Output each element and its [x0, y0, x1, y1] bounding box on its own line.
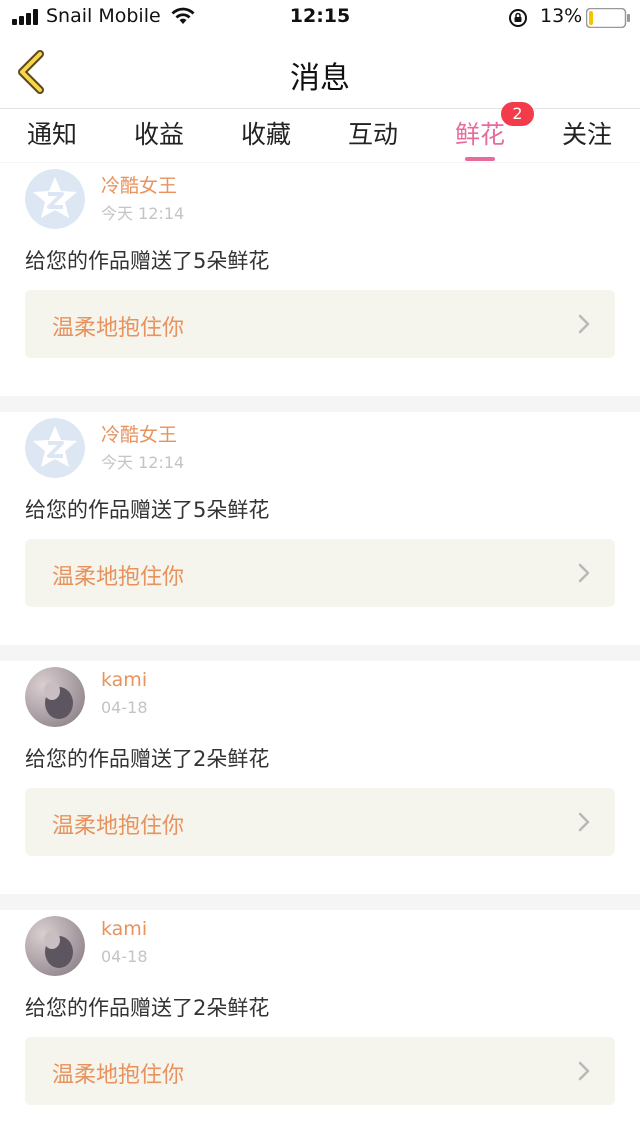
reply-text: 温柔地抱住你: [52, 316, 185, 341]
reply-text: 温柔地抱住你: [52, 1063, 185, 1088]
message-card: kami 04-18 给您的作品赠送了2朵鲜花 温柔地抱住你: [0, 661, 640, 894]
chevron-right-icon: [578, 563, 590, 583]
chevron-right-icon: [578, 1061, 590, 1081]
message-text: 给您的作品赠送了5朵鲜花: [25, 249, 270, 273]
photo-avatar[interactable]: [25, 916, 85, 976]
message-time: 04-18: [101, 947, 148, 966]
tab-interactions[interactable]: 互动: [348, 115, 398, 159]
message-text: 给您的作品赠送了2朵鲜花: [25, 996, 270, 1020]
message-card: 冷酷女王 今天 12:14 给您的作品赠送了5朵鲜花 温柔地抱住你: [0, 163, 640, 396]
tab-flowers[interactable]: 鲜花: [455, 115, 505, 161]
reply-button[interactable]: 温柔地抱住你: [25, 788, 615, 856]
message-time: 04-18: [101, 698, 148, 717]
chevron-right-icon: [578, 314, 590, 334]
message-card: 冷酷女王 今天 12:14 给您的作品赠送了5朵鲜花 温柔地抱住你: [0, 412, 640, 645]
unread-badge: 2: [501, 102, 534, 126]
username[interactable]: kami: [101, 918, 147, 940]
tab-following[interactable]: 关注: [562, 115, 612, 159]
tab-bar: 通知 收益 收藏 互动 鲜花 关注: [0, 109, 640, 162]
default-avatar-icon[interactable]: [25, 418, 85, 478]
status-bar: Snail Mobile 12:15 13%: [0, 0, 640, 36]
username[interactable]: 冷酷女王: [101, 171, 177, 198]
message-card: kami 04-18 给您的作品赠送了2朵鲜花 温柔地抱住你: [0, 910, 640, 1143]
rotation-lock-icon: [509, 9, 527, 27]
reply-text: 温柔地抱住你: [52, 814, 185, 839]
nav-bar: 消息: [0, 36, 640, 109]
username[interactable]: kami: [101, 669, 147, 691]
reply-button[interactable]: 温柔地抱住你: [25, 539, 615, 607]
reply-button[interactable]: 温柔地抱住你: [25, 290, 615, 358]
page-title: 消息: [290, 61, 350, 96]
active-tab-indicator: [465, 157, 495, 161]
reply-text: 温柔地抱住你: [52, 565, 185, 590]
battery-percent: 13%: [540, 5, 583, 27]
chevron-right-icon: [578, 812, 590, 832]
message-text: 给您的作品赠送了2朵鲜花: [25, 747, 270, 771]
tab-notifications[interactable]: 通知: [27, 115, 77, 159]
photo-avatar[interactable]: [25, 667, 85, 727]
message-text: 给您的作品赠送了5朵鲜花: [25, 498, 270, 522]
message-time: 今天 12:14: [101, 453, 185, 472]
message-time: 今天 12:14: [101, 204, 185, 223]
default-avatar-icon[interactable]: [25, 169, 85, 229]
reply-button[interactable]: 温柔地抱住你: [25, 1037, 615, 1105]
tab-earnings[interactable]: 收益: [134, 115, 184, 159]
username[interactable]: 冷酷女王: [101, 420, 177, 447]
battery-icon: [586, 8, 630, 28]
tab-favorites[interactable]: 收藏: [241, 115, 291, 159]
